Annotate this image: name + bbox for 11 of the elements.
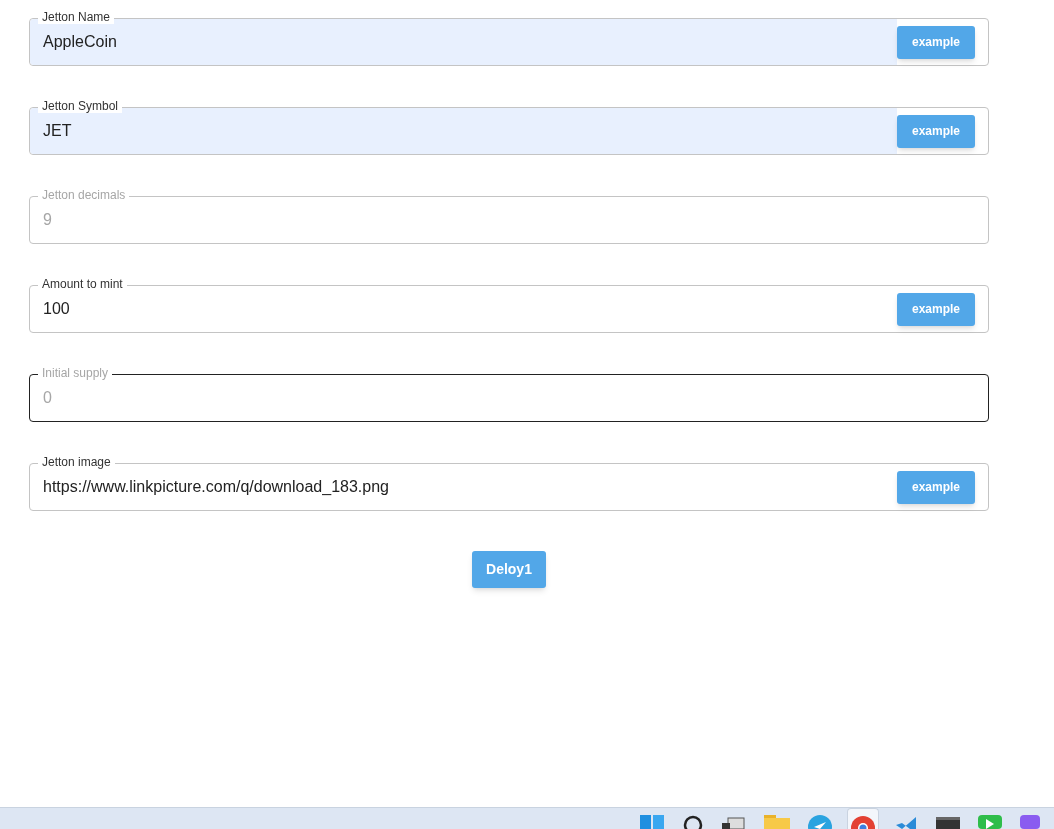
field-label: Jetton image <box>38 455 115 469</box>
field-label: Jetton Symbol <box>38 99 123 113</box>
example-button[interactable]: example <box>897 292 975 326</box>
example-button[interactable]: example <box>897 25 975 59</box>
field-label: Jetton Name <box>38 10 115 24</box>
field-label: Jetton decimals <box>38 188 130 202</box>
example-button[interactable]: example <box>897 470 975 504</box>
field-label: Amount to mint <box>38 277 127 291</box>
field-label: Initial supply <box>38 366 113 380</box>
example-button[interactable]: example <box>897 114 975 148</box>
deploy-button[interactable]: Deloy1 <box>472 551 546 588</box>
